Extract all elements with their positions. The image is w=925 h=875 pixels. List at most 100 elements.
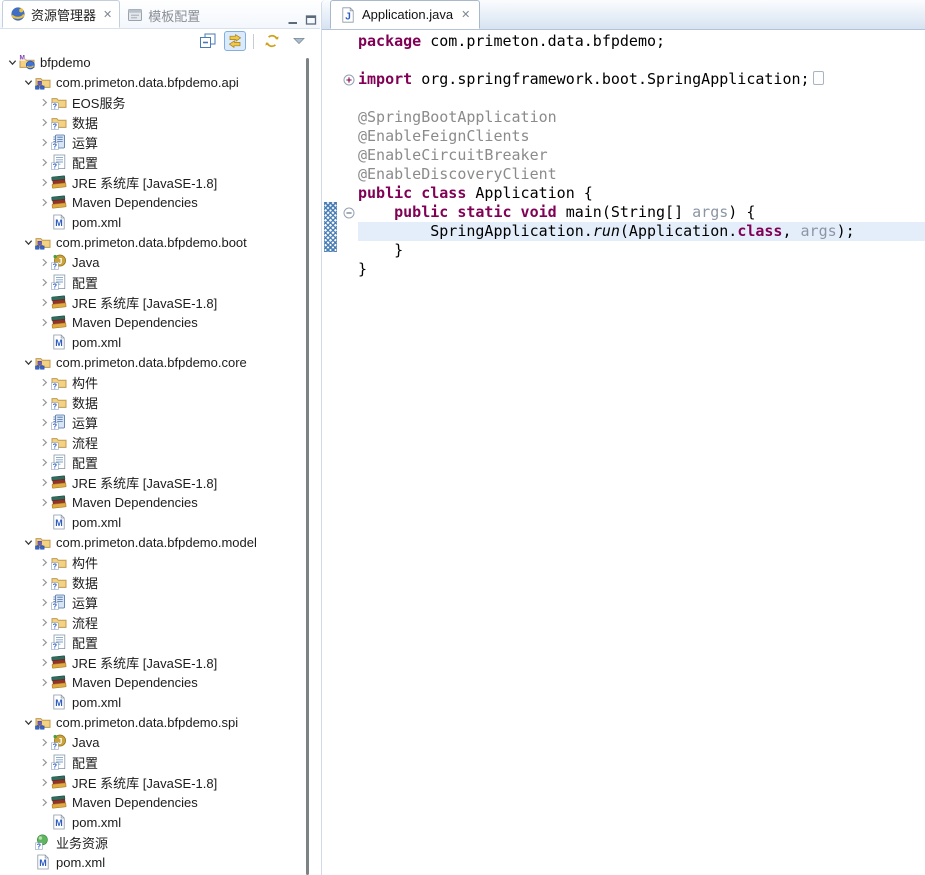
tree-item[interactable]: com.primeton.data.bfpdemo.spi bbox=[0, 712, 306, 732]
tree-item[interactable]: ?配置 bbox=[0, 632, 306, 652]
chevron-right-icon[interactable] bbox=[37, 195, 51, 209]
tab-application-java[interactable]: J Application.java ✕ bbox=[330, 0, 480, 29]
svg-text:?: ? bbox=[53, 604, 57, 610]
tree-item[interactable]: ?EOS服务 bbox=[0, 92, 306, 112]
tree-item[interactable]: Mpom.xml bbox=[0, 852, 306, 872]
tree-item[interactable]: ?数据 bbox=[0, 392, 306, 412]
tree-item[interactable]: ?运算 bbox=[0, 412, 306, 432]
tree-item[interactable]: JRE 系统库 [JavaSE-1.8] bbox=[0, 292, 306, 312]
code-line: @EnableDiscoveryClient bbox=[358, 165, 925, 184]
chevron-right-icon[interactable] bbox=[37, 495, 51, 509]
tree-item[interactable]: ?运算 bbox=[0, 592, 306, 612]
tree-item[interactable]: com.primeton.data.bfpdemo.boot bbox=[0, 232, 306, 252]
view-menu-button[interactable] bbox=[288, 31, 310, 51]
svg-text:?: ? bbox=[53, 464, 57, 470]
tree-item[interactable]: ?流程 bbox=[0, 612, 306, 632]
tree-item[interactable]: Mpom.xml bbox=[0, 332, 306, 352]
chevron-right-icon[interactable] bbox=[37, 775, 51, 789]
chevron-right-icon[interactable] bbox=[37, 415, 51, 429]
tree-item[interactable]: com.primeton.data.bfpdemo.api bbox=[0, 72, 306, 92]
chevron-right-icon[interactable] bbox=[37, 395, 51, 409]
tree-item[interactable]: J?Java bbox=[0, 252, 306, 272]
tree-item[interactable]: ?业务资源 bbox=[0, 832, 306, 852]
tree-item[interactable]: JRE 系统库 [JavaSE-1.8] bbox=[0, 472, 306, 492]
chevron-down-icon[interactable] bbox=[21, 715, 35, 729]
chevron-right-icon[interactable] bbox=[37, 655, 51, 669]
close-icon[interactable]: ✕ bbox=[461, 8, 470, 21]
chevron-right-icon[interactable] bbox=[37, 675, 51, 689]
collapse-all-button[interactable] bbox=[197, 31, 219, 51]
chevron-right-icon[interactable] bbox=[37, 555, 51, 569]
tree-item[interactable]: J?Java bbox=[0, 732, 306, 752]
tree-item[interactable]: Mpom.xml bbox=[0, 512, 306, 532]
chevron-right-icon[interactable] bbox=[37, 375, 51, 389]
chevron-right-icon[interactable] bbox=[37, 755, 51, 769]
library-icon bbox=[51, 294, 67, 310]
tab-template-config[interactable]: 模板配置 bbox=[120, 2, 207, 28]
tree-item[interactable]: ?配置 bbox=[0, 152, 306, 172]
tree-item[interactable]: ?构件 bbox=[0, 372, 306, 392]
tree-item[interactable]: ?数据 bbox=[0, 572, 306, 592]
chevron-right-icon[interactable] bbox=[37, 115, 51, 129]
tree-item[interactable]: ?配置 bbox=[0, 272, 306, 292]
chevron-right-icon[interactable] bbox=[37, 155, 51, 169]
tree-item[interactable]: ?运算 bbox=[0, 132, 306, 152]
tree-item[interactable]: Maven Dependencies bbox=[0, 792, 306, 812]
refresh-button[interactable] bbox=[261, 31, 283, 51]
tree-item[interactable]: Maven Dependencies bbox=[0, 492, 306, 512]
tree-indent bbox=[37, 215, 51, 229]
tree-item[interactable]: Maven Dependencies bbox=[0, 192, 306, 212]
link-with-editor-button[interactable] bbox=[224, 31, 246, 51]
project-tree[interactable]: Mbfpdemocom.primeton.data.bfpdemo.api?EO… bbox=[0, 52, 306, 875]
chevron-down-icon[interactable] bbox=[21, 235, 35, 249]
tab-resource-explorer[interactable]: 资源管理器 ✕ bbox=[2, 0, 120, 28]
code-editor[interactable]: package com.primeton.data.bfpdemo;import… bbox=[322, 30, 925, 875]
tree-item[interactable]: Mpom.xml bbox=[0, 212, 306, 232]
tree-item[interactable]: ?构件 bbox=[0, 552, 306, 572]
close-icon[interactable]: ✕ bbox=[103, 8, 112, 21]
chevron-right-icon[interactable] bbox=[37, 455, 51, 469]
chevron-right-icon[interactable] bbox=[37, 595, 51, 609]
chevron-right-icon[interactable] bbox=[37, 275, 51, 289]
fold-expand-icon[interactable] bbox=[343, 73, 355, 85]
chevron-right-icon[interactable] bbox=[37, 795, 51, 809]
fold-collapse-icon[interactable] bbox=[343, 206, 355, 218]
tree-item[interactable]: com.primeton.data.bfpdemo.model bbox=[0, 532, 306, 552]
chevron-right-icon[interactable] bbox=[37, 175, 51, 189]
chevron-right-icon[interactable] bbox=[37, 315, 51, 329]
tree-item[interactable]: JRE 系统库 [JavaSE-1.8] bbox=[0, 172, 306, 192]
tree-item[interactable]: ?配置 bbox=[0, 452, 306, 472]
chevron-right-icon[interactable] bbox=[37, 635, 51, 649]
chevron-right-icon[interactable] bbox=[37, 255, 51, 269]
tree-item-label: EOS服务 bbox=[72, 93, 125, 112]
minimize-icon[interactable] bbox=[284, 12, 302, 28]
chevron-right-icon[interactable] bbox=[37, 735, 51, 749]
svg-text:?: ? bbox=[53, 644, 57, 650]
tree-scrollbar-thumb[interactable] bbox=[306, 58, 309, 875]
tree-item[interactable]: JRE 系统库 [JavaSE-1.8] bbox=[0, 652, 306, 672]
chevron-down-icon[interactable] bbox=[21, 535, 35, 549]
tree-item[interactable]: ?配置 bbox=[0, 752, 306, 772]
tree-item[interactable]: Mpom.xml bbox=[0, 812, 306, 832]
chevron-down-icon[interactable] bbox=[5, 55, 19, 69]
chevron-down-icon[interactable] bbox=[21, 355, 35, 369]
chevron-right-icon[interactable] bbox=[37, 135, 51, 149]
chevron-right-icon[interactable] bbox=[37, 95, 51, 109]
chevron-right-icon[interactable] bbox=[37, 435, 51, 449]
tree-item[interactable]: com.primeton.data.bfpdemo.core bbox=[0, 352, 306, 372]
tree-item[interactable]: Mbfpdemo bbox=[0, 52, 306, 72]
tree-item[interactable]: ?流程 bbox=[0, 432, 306, 452]
tree-item[interactable]: Maven Dependencies bbox=[0, 312, 306, 332]
chevron-right-icon[interactable] bbox=[37, 475, 51, 489]
chevron-right-icon[interactable] bbox=[37, 295, 51, 309]
folder-question-icon: ? bbox=[51, 374, 67, 390]
tree-item[interactable]: ?数据 bbox=[0, 112, 306, 132]
tree-item[interactable]: Mpom.xml bbox=[0, 692, 306, 712]
chevron-right-icon[interactable] bbox=[37, 575, 51, 589]
chevron-down-icon[interactable] bbox=[21, 75, 35, 89]
maximize-icon[interactable] bbox=[302, 12, 320, 28]
tree-item[interactable]: Maven Dependencies bbox=[0, 672, 306, 692]
tree-item[interactable]: JRE 系统库 [JavaSE-1.8] bbox=[0, 772, 306, 792]
chevron-right-icon[interactable] bbox=[37, 615, 51, 629]
tree-indent bbox=[37, 515, 51, 529]
